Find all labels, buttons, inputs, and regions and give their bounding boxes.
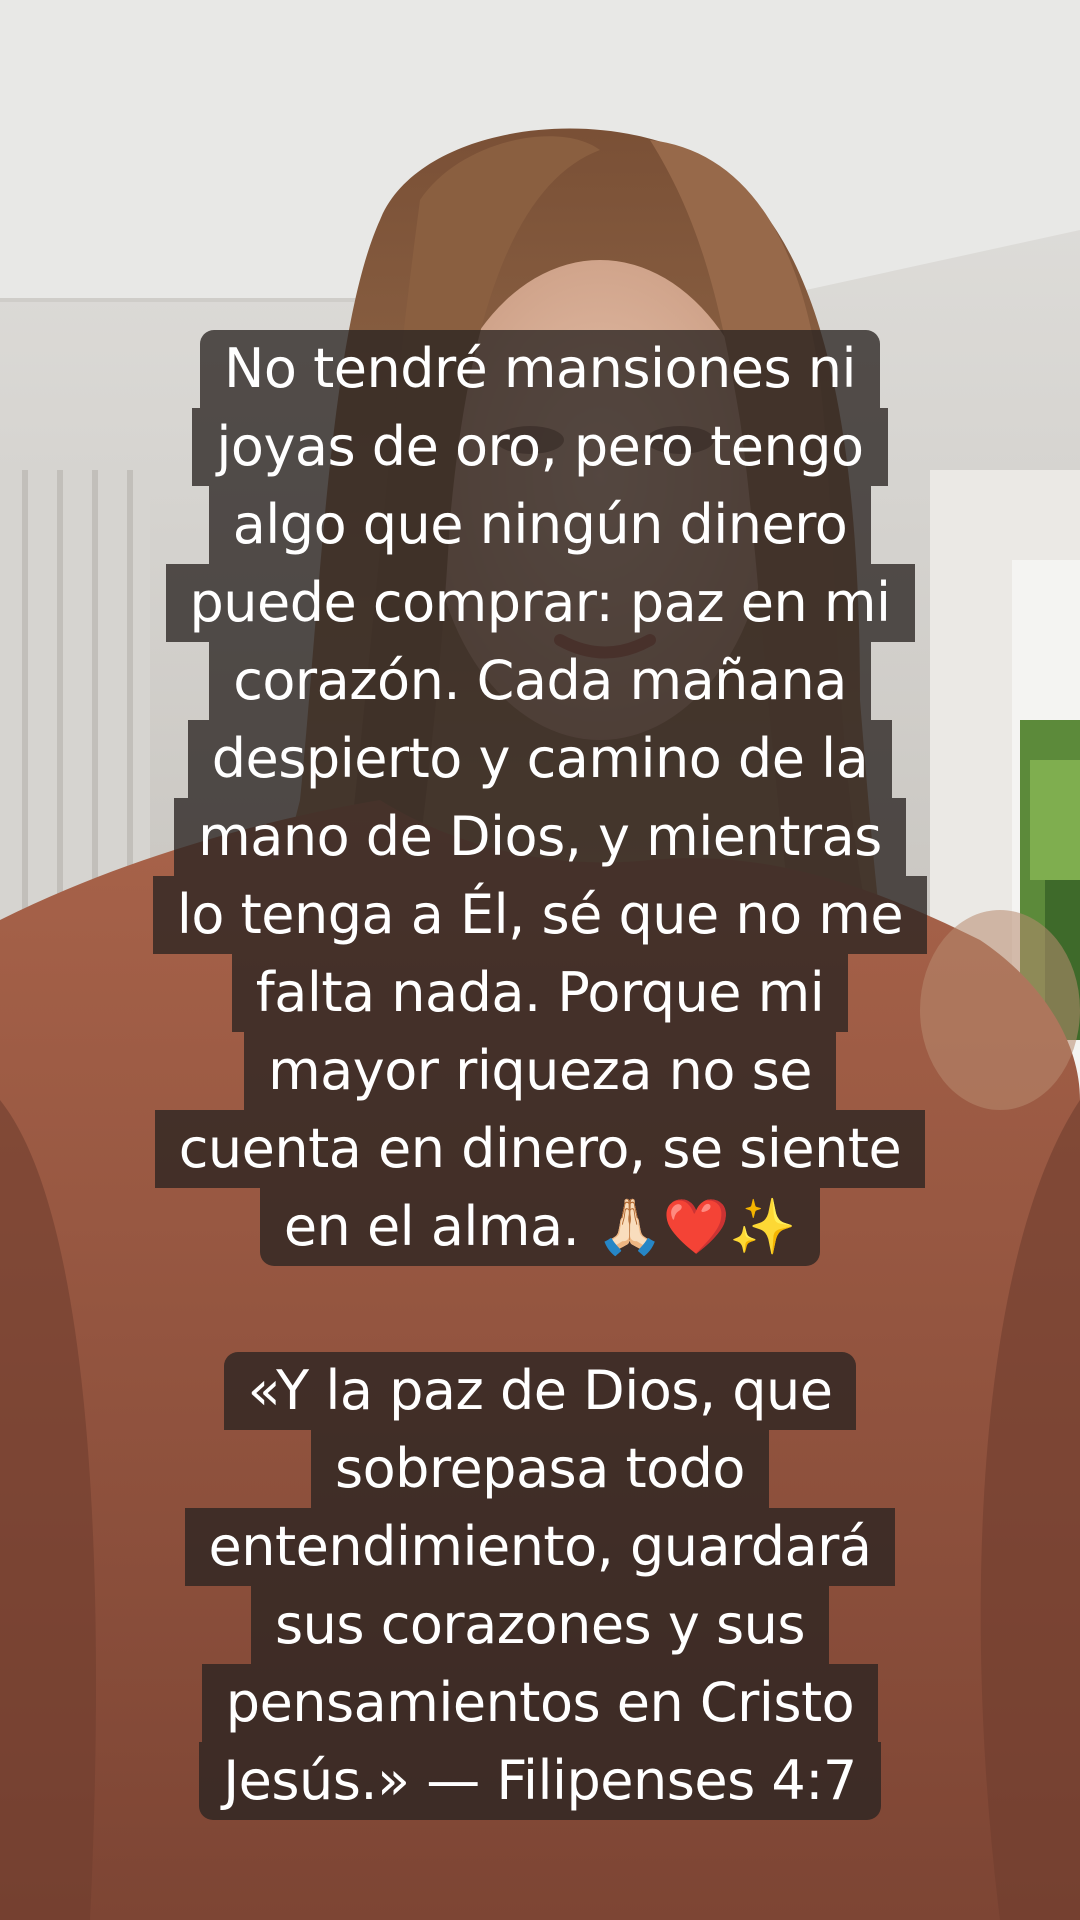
caption-main: No tendré mansiones ni joyas de oro, per… <box>0 330 1080 1266</box>
caption-line: despierto y camino de la <box>187 720 893 798</box>
caption-line: lo tenga a Él, sé que no me <box>152 876 928 954</box>
caption-line: algo que ningún dinero <box>208 486 872 564</box>
verse-line: Jesús.» — Filipenses 4:7 <box>199 1742 881 1820</box>
caption-line: cuenta en dinero, se siente <box>154 1110 926 1188</box>
caption-line: mayor riqueza no se <box>244 1032 836 1110</box>
verse-line: «Y la paz de Dios, que <box>223 1352 857 1430</box>
verse-line: sobrepasa todo <box>311 1430 769 1508</box>
caption-verse: «Y la paz de Dios, que sobrepasa todo en… <box>0 1352 1080 1820</box>
caption-line: mano de Dios, y mientras <box>174 798 906 876</box>
caption-line: joyas de oro, pero tengo <box>192 408 888 486</box>
caption-line: No tendré mansiones ni <box>200 330 880 408</box>
caption-line: corazón. Cada mañana <box>209 642 871 720</box>
verse-line: entendimiento, guardará <box>184 1508 896 1586</box>
verse-line: pensamientos en Cristo <box>201 1664 879 1742</box>
verse-line: sus corazones y sus <box>251 1586 829 1664</box>
video-frame: No tendré mansiones ni joyas de oro, per… <box>0 0 1080 1920</box>
caption-line: puede comprar: paz en mi <box>165 564 915 642</box>
caption-line: en el alma. 🙏🏻❤️✨ <box>259 1188 821 1266</box>
caption-line: falta nada. Porque mi <box>231 954 849 1032</box>
